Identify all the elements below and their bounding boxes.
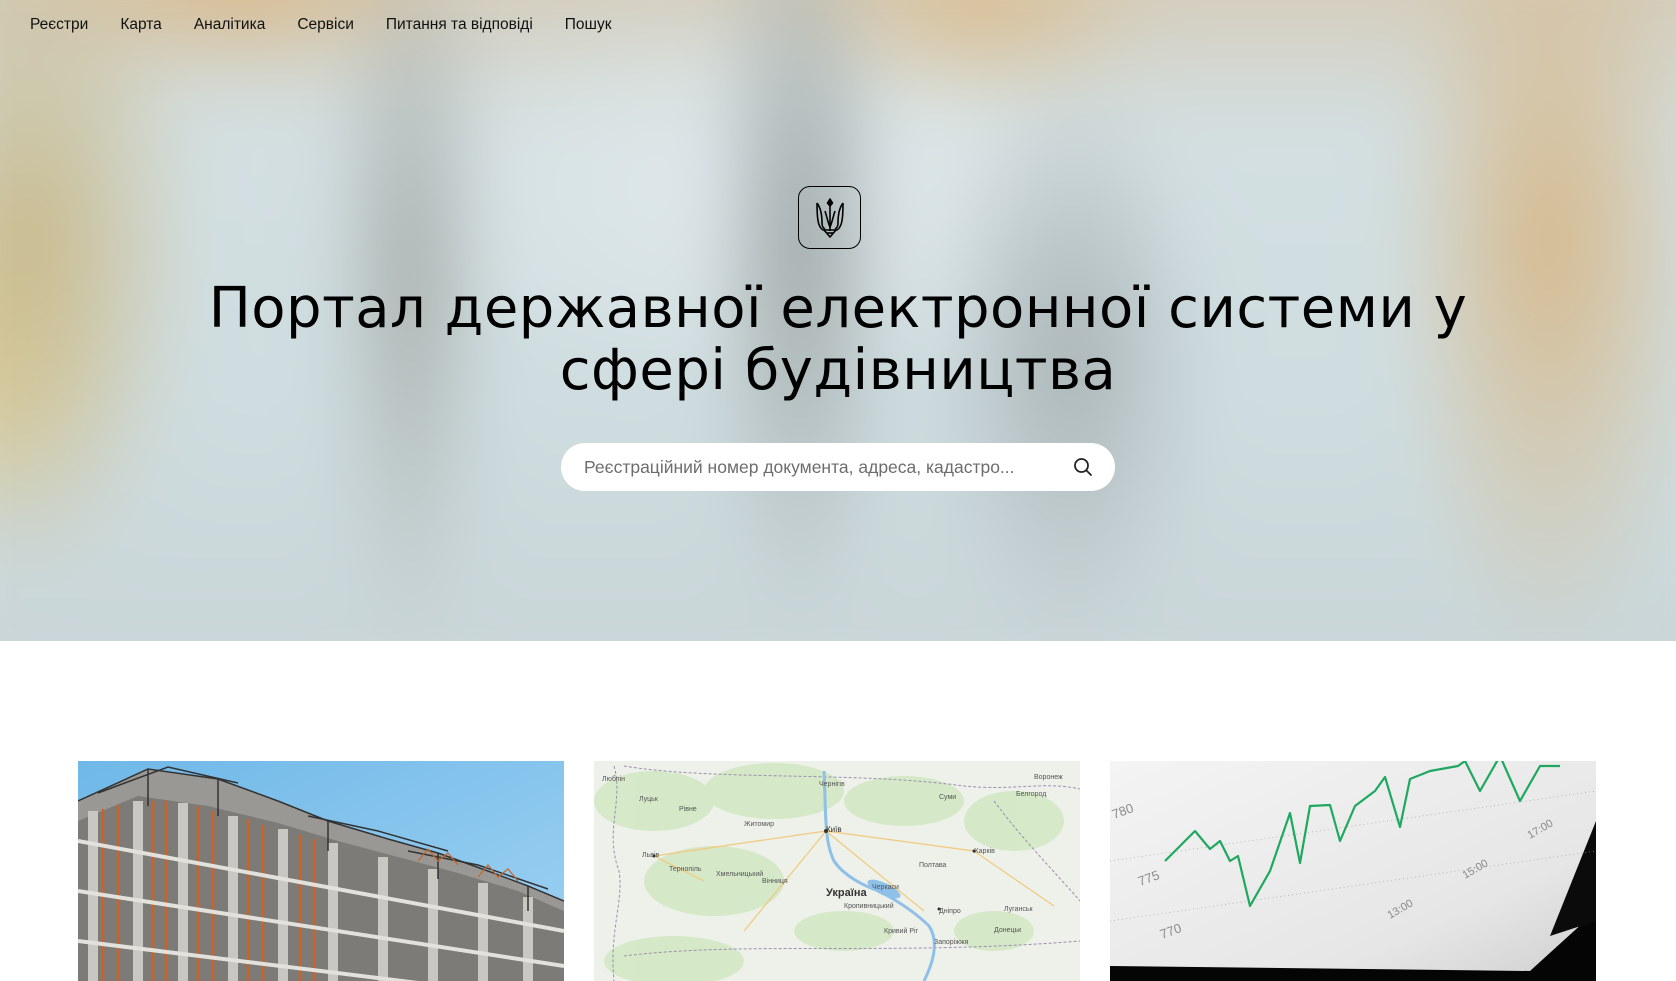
svg-text:Луцьк: Луцьк (639, 796, 659, 803)
svg-text:Рівне: Рівне (679, 805, 697, 813)
search-input[interactable] (584, 456, 1071, 478)
nav-item-faq[interactable]: Питання та відповіді (386, 14, 533, 36)
search-bar (561, 443, 1115, 491)
hero-section: Реєстри Карта Аналітика Сервіси Питання … (0, 0, 1676, 641)
top-navigation: Реєстри Карта Аналітика Сервіси Питання … (30, 14, 612, 36)
page-title: Портал державної електронної системи у с… (150, 278, 1526, 402)
svg-text:Хмельницький: Хмельницький (716, 870, 763, 878)
svg-text:Тернопіль: Тернопіль (669, 865, 702, 873)
svg-text:Черкаси: Черкаси (872, 884, 899, 891)
card-analytics-image[interactable]: 780 775 770 13:00 15:00 17:00 (1110, 761, 1596, 981)
svg-text:Запоріжжя: Запоріжжя (934, 938, 969, 946)
svg-text:Вінниця: Вінниця (762, 877, 788, 885)
trident-icon[interactable] (798, 186, 861, 249)
svg-text:Полтава: Полтава (919, 862, 947, 869)
map-country-label: Україна (826, 887, 868, 899)
svg-text:Житомир: Житомир (744, 821, 774, 828)
svg-text:Дніпро: Дніпро (939, 907, 961, 915)
analytics-chart-photo: 780 775 770 13:00 15:00 17:00 (1110, 761, 1596, 981)
svg-text:Донецьк: Донецьк (994, 927, 1022, 934)
nav-item-services[interactable]: Сервіси (297, 14, 354, 36)
svg-text:Львів: Львів (642, 851, 660, 859)
svg-text:Белгород: Белгород (1016, 791, 1046, 798)
nav-item-registries[interactable]: Реєстри (30, 14, 88, 36)
svg-text:Кропивницький: Кропивницький (844, 902, 894, 910)
search-icon[interactable] (1071, 455, 1095, 479)
nav-item-map[interactable]: Карта (120, 14, 161, 36)
map-preview: Люблін Луцьк Рівне Житомир Чернігів Суми… (594, 761, 1080, 981)
card-map-image[interactable]: Люблін Луцьк Рівне Житомир Чернігів Суми… (594, 761, 1080, 981)
svg-text:Харків: Харків (974, 847, 995, 855)
svg-text:Київ: Київ (826, 825, 842, 834)
construction-photo (78, 761, 564, 981)
page-title-line-1: Портал державної електронної системи у (208, 276, 1468, 341)
svg-text:Луганськ: Луганськ (1004, 906, 1033, 913)
svg-text:Кривий Ріг: Кривий Ріг (884, 927, 919, 935)
page-title-line-2: сфері будівництва (559, 338, 1117, 403)
card-registries-image[interactable] (78, 761, 564, 981)
nav-item-search[interactable]: Пошук (565, 14, 612, 36)
nav-item-analytics[interactable]: Аналітика (194, 14, 266, 36)
feature-cards: Люблін Луцьк Рівне Житомир Чернігів Суми… (78, 761, 1596, 981)
svg-text:Суми: Суми (939, 794, 956, 801)
svg-text:Люблін: Люблін (602, 775, 625, 783)
svg-text:Чернігів: Чернігів (819, 780, 845, 788)
svg-text:Воронеж: Воронеж (1034, 774, 1063, 781)
